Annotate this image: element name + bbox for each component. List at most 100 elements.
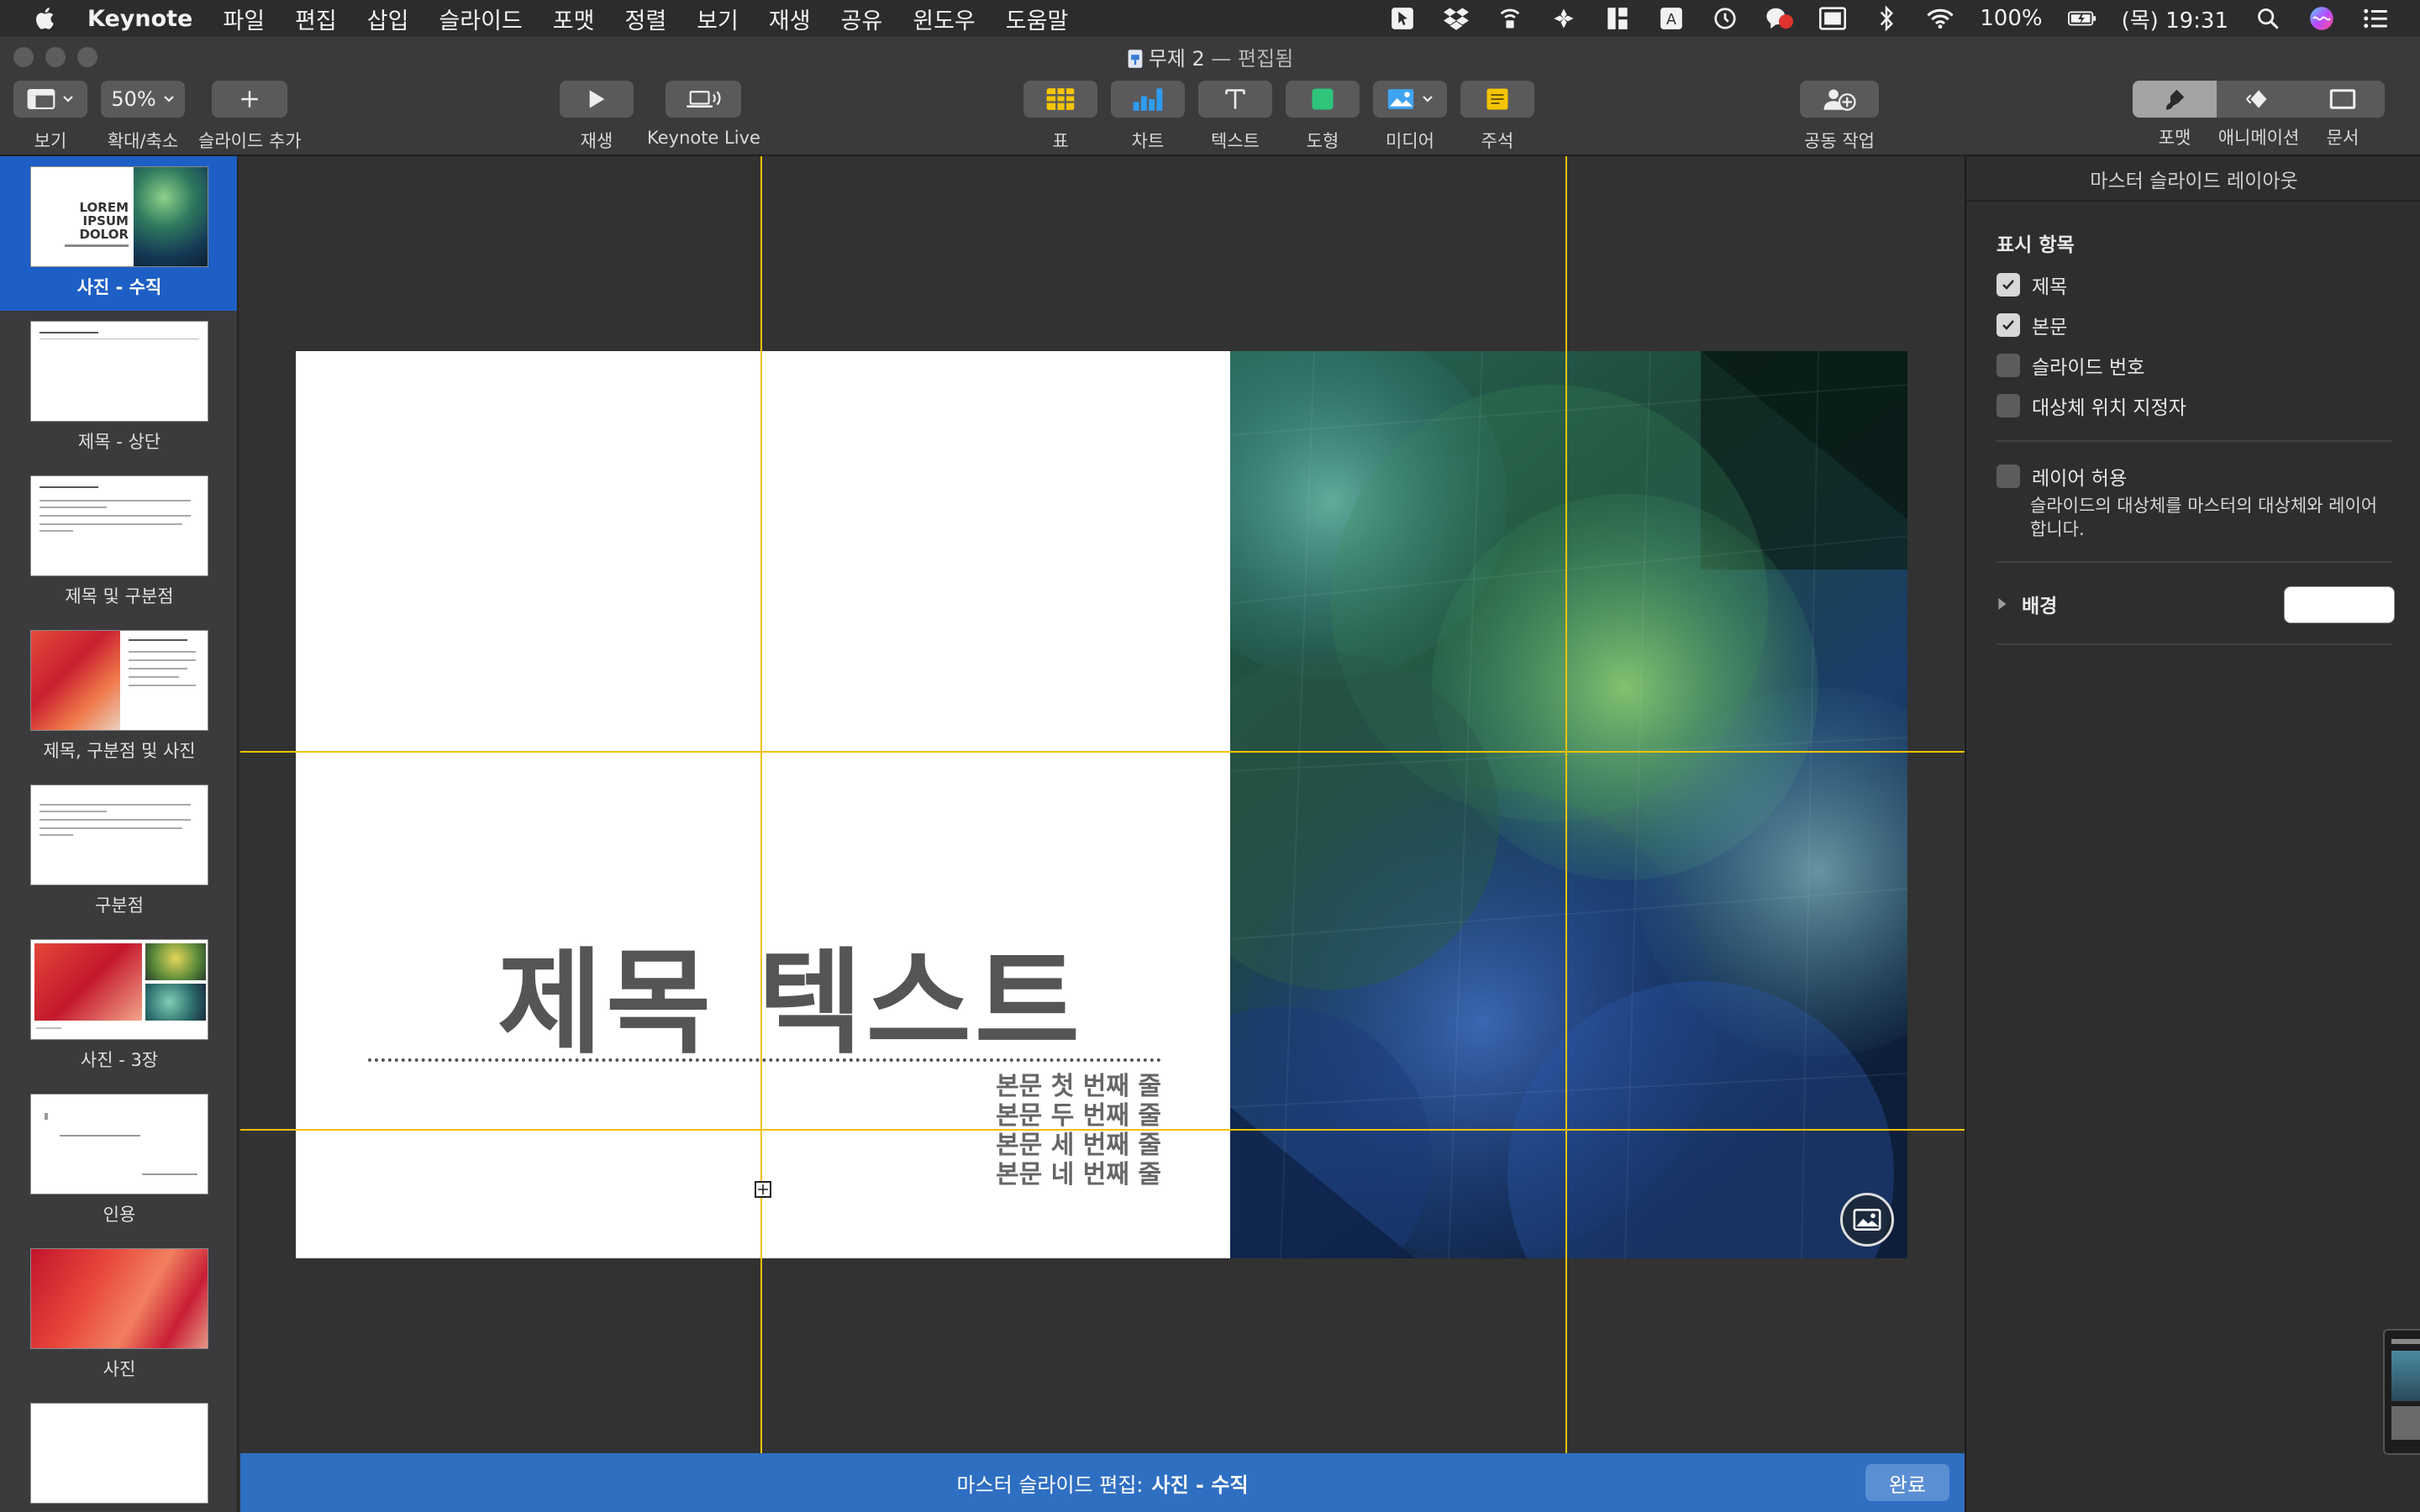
slide-number-checkbox[interactable] [1996, 354, 2020, 377]
floating-window-preview[interactable] [2383, 1329, 2420, 1455]
menu-slide[interactable]: 슬라이드 [439, 3, 522, 35]
title-placeholder[interactable]: 제목 텍스트 [497, 911, 1083, 1076]
object-placeholder-checkbox[interactable] [1996, 394, 2020, 417]
text-button[interactable] [1198, 81, 1272, 118]
allow-layering-checkbox[interactable] [1996, 465, 2020, 488]
media-replace-button[interactable] [1840, 1193, 1894, 1247]
chart-button[interactable] [1111, 81, 1185, 118]
zoom-popup-button[interactable]: 50% [101, 81, 185, 118]
preview-content [2391, 1406, 2420, 1440]
done-button[interactable]: 완료 [1865, 1464, 1949, 1501]
thumbnail-bullet-line [39, 819, 191, 821]
abstract-photo [1230, 351, 1907, 1258]
master-item-title-top[interactable]: 제목 - 상단 [0, 311, 237, 465]
slide-number-option[interactable]: 슬라이드 번호 [1996, 351, 2144, 380]
keynote-live-button[interactable] [666, 81, 742, 118]
object-placeholder-option[interactable]: 대상체 위치 지정자 [1996, 391, 2186, 420]
master-item-blank[interactable] [0, 1393, 237, 1512]
sidebar-layout-icon [27, 89, 55, 109]
document-button[interactable] [2301, 81, 2385, 118]
bluetooth-icon[interactable] [1872, 6, 1901, 31]
apple-icon[interactable] [34, 6, 59, 31]
notification-badge-icon[interactable] [1765, 6, 1794, 31]
menu-insert[interactable]: 삽입 [367, 3, 409, 35]
add-slide-button[interactable] [212, 81, 288, 118]
master-thumbnail [30, 630, 208, 731]
menu-share[interactable]: 공유 [841, 3, 883, 35]
layout-icon[interactable] [1603, 6, 1632, 31]
master-slide[interactable]: 제목 텍스트 본문 첫 번째 줄 본문 두 번째 줄 본문 세 번째 줄 본문 … [296, 351, 1907, 1258]
inspector-segment-labels: 포맷 애니메이션 문서 [2133, 124, 2385, 150]
shape-tool: 도형 [1286, 81, 1360, 153]
background-color-well[interactable] [2284, 586, 2395, 623]
comment-button[interactable] [1460, 81, 1534, 118]
master-item-quote[interactable]: 인용 [0, 1084, 237, 1238]
cursor-icon[interactable] [1388, 6, 1417, 31]
spotlight-search-icon[interactable] [2254, 6, 2282, 31]
paintbrush-icon [2166, 89, 2185, 110]
slide-navigator: LOREM IPSUM DOLOR 사진 - 수직 제목 - 상단 제목 및 구… [0, 156, 239, 1512]
table-button[interactable] [1023, 81, 1097, 118]
shape-button[interactable] [1286, 81, 1360, 118]
svg-text:A: A [1666, 12, 1676, 29]
master-thumbnail [30, 321, 208, 422]
chevron-down-icon [163, 96, 174, 102]
master-label: 사진 [103, 1359, 136, 1379]
notification-center-icon[interactable] [2361, 6, 2390, 31]
media-label: 미디어 [1386, 131, 1434, 151]
menu-arrange[interactable]: 정렬 [624, 3, 666, 35]
body-option[interactable]: 본문 [1996, 311, 2067, 339]
allow-layering-option[interactable]: 레이어 허용 [1996, 462, 2127, 491]
body-placeholder[interactable]: 본문 첫 번째 줄 본문 두 번째 줄 본문 세 번째 줄 본문 네 번째 줄 [884, 1072, 1161, 1189]
view-button[interactable] [13, 81, 87, 118]
title-checkbox[interactable] [1996, 273, 2020, 297]
master-item-title-bullets-photo[interactable]: 제목, 구분점 및 사진 [0, 620, 237, 774]
menu-view[interactable]: 보기 [697, 3, 739, 35]
master-item-photo-3up[interactable]: 사진 - 3장 [0, 929, 237, 1084]
input-source-icon[interactable]: A [1657, 6, 1686, 31]
slide-canvas[interactable]: 제목 텍스트 본문 첫 번째 줄 본문 두 번째 줄 본문 세 번째 줄 본문 … [240, 156, 1965, 1453]
menu-clock[interactable]: (목) 19:31 [2122, 3, 2228, 34]
network-lock-icon[interactable] [1496, 6, 1524, 31]
play-button[interactable] [560, 81, 634, 118]
collaborate-tool: 공동 작업 [1800, 81, 1879, 153]
collaborate-button[interactable] [1800, 81, 1879, 118]
menu-edit[interactable]: 편집 [295, 3, 337, 35]
menu-file[interactable]: 파일 [223, 3, 265, 35]
battery-icon[interactable] [2067, 6, 2096, 31]
format-button[interactable] [2133, 81, 2217, 118]
wifi-icon[interactable] [1926, 6, 1954, 31]
document-label: 문서 [2326, 128, 2360, 148]
master-item-photo-vertical[interactable]: LOREM IPSUM DOLOR 사진 - 수직 [0, 156, 237, 311]
menu-format[interactable]: 포맷 [553, 3, 595, 35]
master-item-photo[interactable]: 사진 [0, 1238, 237, 1393]
object-move-handle[interactable] [755, 1181, 771, 1198]
master-edit-bar: 마스터 슬라이드 편집: 사진 - 수직 완료 [240, 1453, 1965, 1512]
comment-icon [1486, 88, 1508, 110]
time-machine-icon[interactable] [1711, 6, 1739, 31]
app-menu-keynote[interactable]: Keynote [87, 6, 192, 32]
body-checkbox[interactable] [1996, 313, 2020, 337]
view-label: 보기 [34, 131, 67, 151]
thumbnail-bullet-line [39, 515, 191, 517]
screen-share-icon[interactable] [1818, 6, 1847, 31]
master-label: 제목, 구분점 및 사진 [43, 741, 196, 761]
table-tool: 표 [1023, 81, 1097, 153]
menu-help[interactable]: 도움말 [1006, 3, 1069, 35]
master-item-bullets[interactable]: 구분점 [0, 774, 237, 929]
background-disclosure[interactable]: 배경 [1996, 590, 2057, 618]
pinwheel-icon[interactable] [1549, 6, 1578, 31]
play-tool: 재생 [560, 81, 634, 153]
animate-button[interactable] [2217, 81, 2301, 118]
master-item-title-bullets[interactable]: 제목 및 구분점 [0, 465, 237, 620]
photo-placeholder[interactable] [1230, 351, 1907, 1258]
title-option[interactable]: 제목 [1996, 270, 2067, 299]
thumbnail-title-line [39, 332, 98, 333]
siri-icon[interactable] [2307, 6, 2336, 31]
thumbnail-photo [31, 631, 120, 730]
menu-window[interactable]: 윈도우 [913, 3, 976, 35]
dropbox-icon[interactable] [1442, 6, 1470, 31]
media-button[interactable] [1373, 81, 1447, 118]
menu-play[interactable]: 재생 [769, 3, 811, 35]
title-option-label: 제목 [2032, 276, 2068, 298]
